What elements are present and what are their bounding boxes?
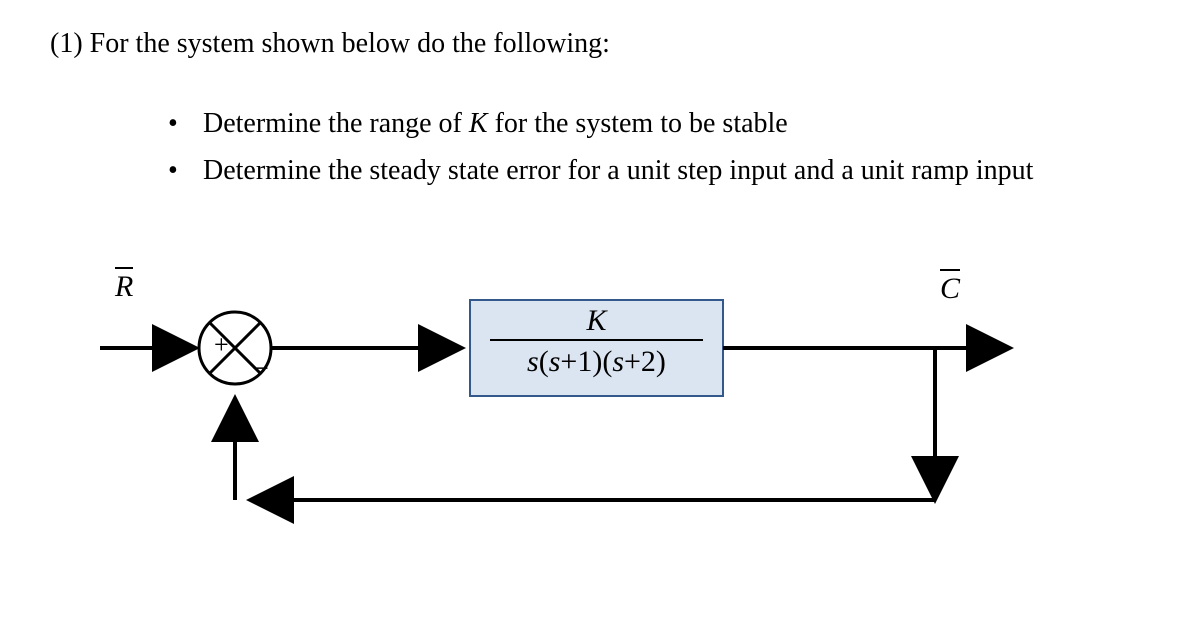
page: (1) For the system shown below do the fo… bbox=[0, 0, 1200, 639]
transfer-function: K s(s+1)(s+2) bbox=[490, 304, 703, 378]
output-label: C bbox=[940, 272, 960, 306]
tf-numerator: K bbox=[490, 304, 703, 337]
tf-denominator: s(s+1)(s+2) bbox=[490, 345, 703, 378]
input-label: R bbox=[115, 270, 133, 304]
plus-sign: + bbox=[214, 330, 229, 359]
fraction-bar bbox=[490, 339, 703, 341]
minus-sign: − bbox=[252, 352, 269, 385]
